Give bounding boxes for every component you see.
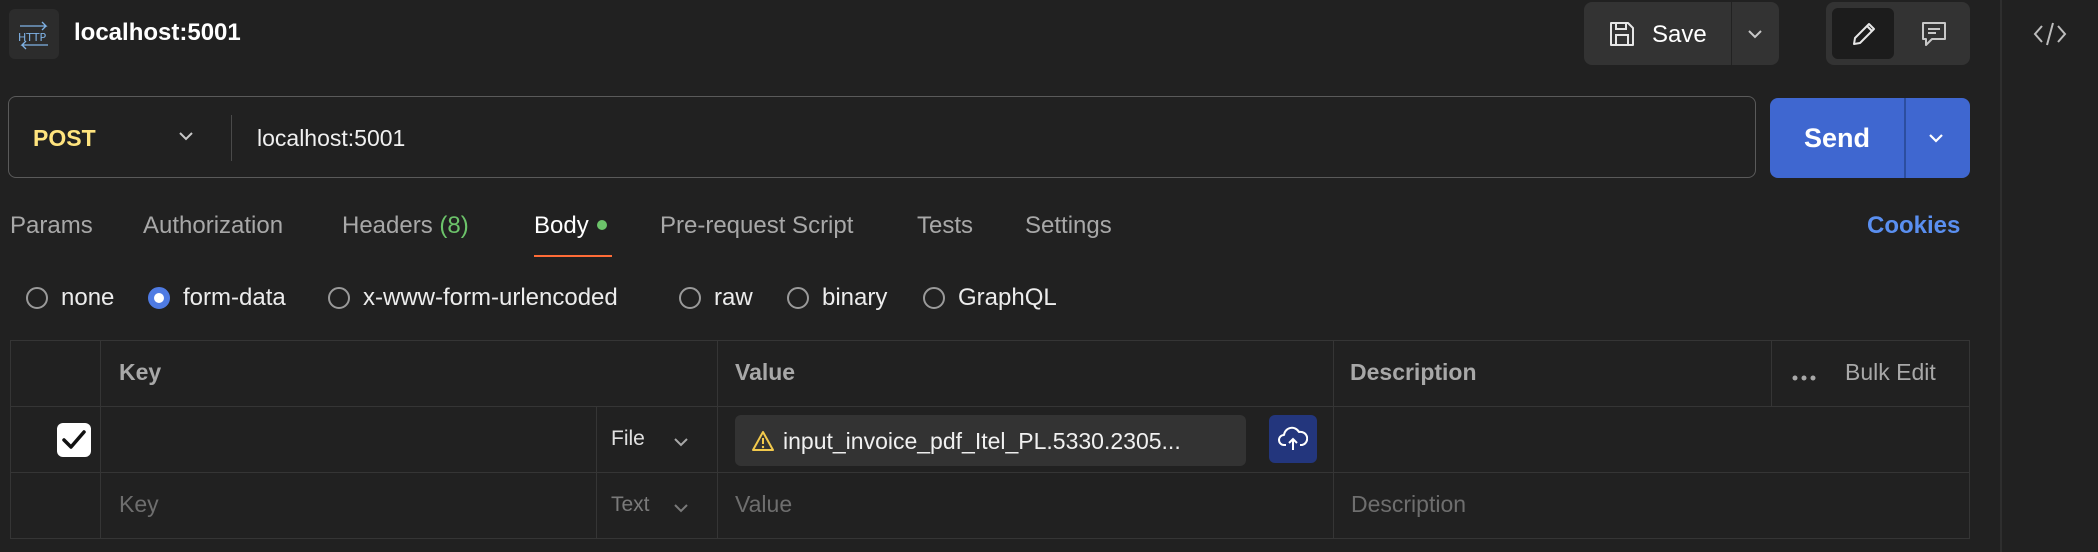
request-header: HTTP localhost:5001 Save bbox=[0, 0, 2000, 68]
tab-body-label: Body bbox=[534, 212, 589, 239]
svg-text:HTTP: HTTP bbox=[18, 31, 47, 44]
chevron-down-icon[interactable] bbox=[672, 435, 690, 449]
table-row: File input_invoice_pdf_Itel_PL.5330.2305… bbox=[11, 407, 1969, 473]
table-header-row: Key Value Description Bulk Edit bbox=[11, 341, 1969, 407]
save-icon bbox=[1610, 22, 1634, 46]
radio-button[interactable] bbox=[923, 287, 945, 309]
headers-count-badge: (8) bbox=[439, 212, 469, 239]
save-button-group: Save bbox=[1584, 2, 1779, 65]
tab-tests[interactable]: Tests bbox=[917, 212, 973, 240]
edit-mode-button[interactable] bbox=[1832, 8, 1894, 59]
body-type-graphql[interactable]: GraphQL bbox=[923, 284, 1057, 312]
type-select[interactable]: File bbox=[611, 427, 645, 451]
upload-file-button[interactable] bbox=[1269, 415, 1317, 463]
body-type-raw[interactable]: raw bbox=[679, 284, 753, 312]
body-type-selector: none form-data x-www-form-urlencoded raw… bbox=[0, 282, 2000, 318]
tab-body[interactable]: Body bbox=[534, 212, 607, 240]
more-options-icon[interactable] bbox=[1791, 374, 1817, 382]
request-title[interactable]: localhost:5001 bbox=[74, 19, 241, 47]
type-divider bbox=[596, 407, 597, 473]
radio-label: raw bbox=[714, 284, 753, 311]
key-column-header: Key bbox=[119, 359, 162, 385]
save-label: Save bbox=[1652, 21, 1707, 48]
radio-button[interactable] bbox=[787, 287, 809, 309]
url-divider bbox=[231, 115, 232, 161]
tab-settings[interactable]: Settings bbox=[1025, 212, 1112, 240]
radio-label: GraphQL bbox=[958, 284, 1057, 311]
type-divider bbox=[596, 473, 597, 539]
tab-authorization[interactable]: Authorization bbox=[143, 212, 283, 240]
chevron-down-icon bbox=[1929, 134, 1943, 143]
pencil-icon bbox=[1853, 23, 1875, 45]
body-modified-dot bbox=[596, 219, 607, 230]
method-select[interactable]: POST bbox=[33, 125, 96, 152]
row-enabled-checkbox[interactable] bbox=[57, 423, 91, 457]
key-input[interactable]: Key bbox=[119, 491, 159, 518]
description-column-header: Description bbox=[1350, 359, 1477, 385]
tab-headers[interactable]: Headers (8) bbox=[342, 212, 469, 240]
file-name: input_invoice_pdf_Itel_PL.5330.2305... bbox=[783, 428, 1181, 454]
tab-headers-label: Headers bbox=[342, 212, 433, 239]
chevron-down-icon[interactable] bbox=[672, 501, 690, 515]
body-type-none[interactable]: none bbox=[26, 284, 114, 312]
url-bar: POST localhost:5001 bbox=[8, 96, 1756, 178]
radio-button[interactable] bbox=[148, 287, 170, 309]
save-button[interactable]: Save bbox=[1584, 2, 1731, 65]
send-options-button[interactable] bbox=[1906, 98, 1970, 178]
cookies-link[interactable]: Cookies bbox=[1867, 212, 1960, 240]
comment-icon bbox=[1922, 22, 1946, 46]
value-input[interactable]: Value bbox=[735, 491, 792, 518]
request-tabs: Params Authorization Headers (8) Body Pr… bbox=[0, 208, 2000, 258]
comments-button[interactable] bbox=[1904, 8, 1964, 59]
description-input[interactable]: Description bbox=[1351, 491, 1466, 518]
right-sidebar bbox=[2000, 0, 2098, 552]
checkmark-icon bbox=[62, 430, 86, 449]
send-button[interactable]: Send bbox=[1804, 123, 1870, 154]
send-button-group: Send bbox=[1770, 98, 1970, 178]
radio-button[interactable] bbox=[26, 287, 48, 309]
body-type-urlencoded[interactable]: x-www-form-urlencoded bbox=[328, 284, 618, 312]
radio-label: none bbox=[61, 284, 115, 311]
radio-label: x-www-form-urlencoded bbox=[363, 284, 618, 311]
type-select[interactable]: Text bbox=[611, 493, 650, 517]
form-data-table: Key Value Description Bulk Edit File inp… bbox=[10, 340, 1970, 539]
bulk-edit-button[interactable]: Bulk Edit bbox=[1845, 359, 1936, 386]
code-icon[interactable] bbox=[2032, 18, 2068, 50]
mode-toggle-group bbox=[1826, 2, 1970, 65]
body-type-form-data[interactable]: form-data bbox=[148, 284, 286, 312]
file-value-chip[interactable]: input_invoice_pdf_Itel_PL.5330.2305... bbox=[735, 415, 1246, 466]
value-column-header: Value bbox=[735, 359, 796, 385]
chevron-down-icon bbox=[1748, 30, 1762, 39]
radio-label: binary bbox=[822, 284, 888, 311]
radio-label: form-data bbox=[183, 284, 286, 311]
http-request-icon: HTTP bbox=[9, 9, 59, 59]
active-tab-indicator bbox=[534, 255, 612, 257]
url-input[interactable]: localhost:5001 bbox=[257, 125, 405, 152]
radio-button[interactable] bbox=[679, 287, 701, 309]
chevron-down-icon[interactable] bbox=[177, 127, 195, 145]
cloud-upload-icon bbox=[1278, 426, 1308, 450]
warning-icon bbox=[752, 431, 774, 451]
tab-pre-request-script[interactable]: Pre-request Script bbox=[660, 212, 853, 240]
radio-button[interactable] bbox=[328, 287, 350, 309]
body-type-binary[interactable]: binary bbox=[787, 284, 887, 312]
tab-params[interactable]: Params bbox=[10, 212, 93, 240]
table-row: Key Text Value Description bbox=[11, 473, 1969, 539]
save-options-button[interactable] bbox=[1732, 2, 1779, 65]
